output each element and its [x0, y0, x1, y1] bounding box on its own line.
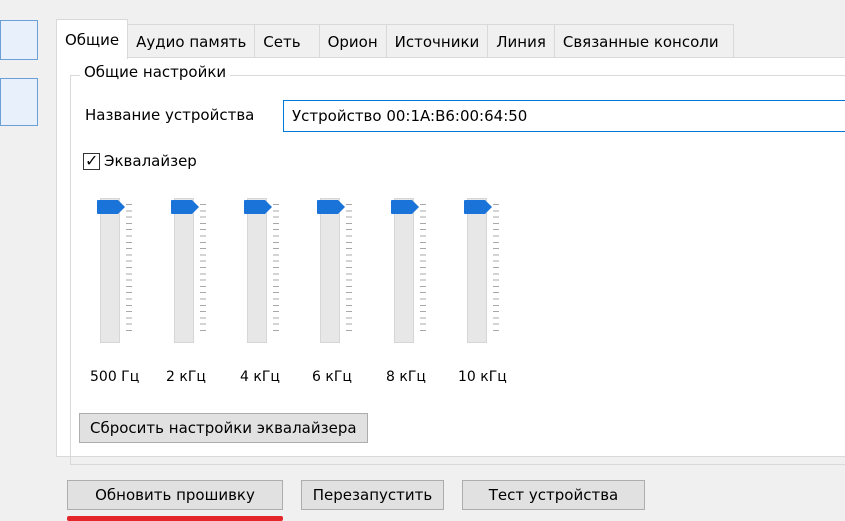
update-firmware-button[interactable]: Обновить прошивку [67, 480, 283, 510]
eq-slider-10khz[interactable] [463, 198, 499, 343]
slider-track [247, 198, 267, 343]
test-device-button[interactable]: Тест устройства [462, 480, 645, 510]
eq-slider-2khz[interactable] [170, 198, 206, 343]
slider-thumb[interactable] [463, 199, 493, 215]
device-name-field[interactable] [283, 100, 845, 132]
reset-equalizer-button[interactable]: Сбросить настройки эквалайзера [79, 413, 368, 443]
eq-slider-500hz[interactable] [96, 198, 132, 343]
slider-thumb[interactable] [316, 199, 346, 215]
eq-slider-6khz[interactable] [316, 198, 352, 343]
tab-label: Общие [65, 30, 120, 49]
slider-ticks [346, 204, 352, 332]
slider-track [467, 198, 487, 343]
eq-label-6khz: 6 кГц [312, 369, 352, 385]
slider-ticks [493, 204, 499, 332]
eq-label-500hz: 500 Гц [90, 369, 140, 385]
eq-slider-8khz[interactable] [390, 198, 426, 343]
left-panel-button-1[interactable] [0, 20, 38, 60]
highlight-underline [67, 516, 283, 521]
slider-track [174, 198, 194, 343]
slider-thumb[interactable] [96, 199, 126, 215]
tab-orion[interactable]: Орион [318, 24, 387, 58]
tab-linked-consoles[interactable]: Связанные консоли [553, 24, 734, 58]
slider-ticks [420, 204, 426, 332]
tab-sources[interactable]: Источники [385, 24, 489, 58]
tab-network[interactable]: Сеть [254, 24, 320, 58]
slider-ticks [200, 204, 206, 332]
slider-track [320, 198, 340, 343]
check-icon: ✓ [85, 151, 99, 170]
left-panel [0, 0, 48, 521]
slider-thumb[interactable] [170, 199, 200, 215]
eq-label-2khz: 2 кГц [166, 369, 206, 385]
eq-label-4khz: 4 кГц [240, 369, 280, 385]
slider-thumb[interactable] [243, 199, 273, 215]
tab-bar: Общие Аудио память Сеть Орион Источники … [56, 18, 734, 59]
tab-label: Сеть [263, 32, 301, 51]
restart-button[interactable]: Перезапустить [301, 480, 444, 510]
slider-ticks [273, 204, 279, 332]
tab-general[interactable]: Общие [56, 19, 129, 59]
tab-label: Связанные консоли [562, 32, 719, 51]
group-title: Общие настройки [80, 63, 231, 81]
equalizer-label: Эквалайзер [104, 152, 197, 170]
slider-thumb[interactable] [390, 199, 420, 215]
eq-label-8khz: 8 кГц [386, 369, 426, 385]
tab-label: Аудио память [136, 32, 247, 51]
device-name-label: Название устройства [85, 106, 255, 124]
slider-track [100, 198, 120, 343]
eq-slider-4khz[interactable] [243, 198, 279, 343]
tab-line[interactable]: Линия [487, 24, 555, 58]
equalizer-checkbox[interactable]: ✓ [83, 151, 100, 170]
tab-label: Орион [327, 32, 378, 51]
slider-track [394, 198, 414, 343]
tab-label: Линия [496, 32, 546, 51]
left-panel-button-2[interactable] [0, 78, 38, 126]
slider-ticks [126, 204, 132, 332]
tab-label: Источники [394, 32, 480, 51]
tab-audio-memory[interactable]: Аудио память [127, 24, 256, 58]
eq-label-10khz: 10 кГц [458, 369, 507, 385]
